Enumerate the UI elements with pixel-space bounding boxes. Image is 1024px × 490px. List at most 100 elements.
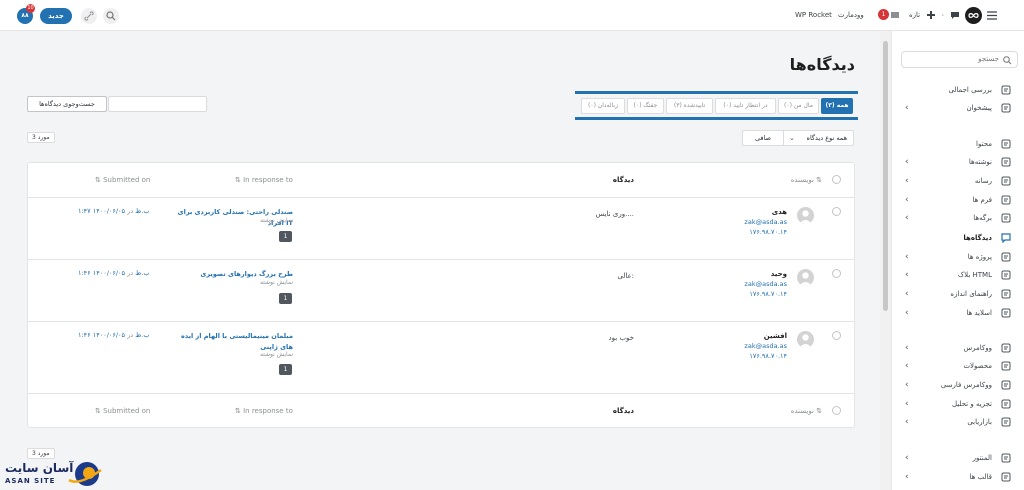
tab-trash[interactable]: زباله‌دان (۰) xyxy=(581,98,625,114)
chevron-icon[interactable]: ‹ xyxy=(905,209,909,227)
comment-count-bubble[interactable]: 1 xyxy=(279,293,292,304)
select-all-checkbox-footer[interactable] xyxy=(832,406,841,415)
comment-count-bubble[interactable]: 1 xyxy=(279,231,292,242)
submitted-date[interactable]: ۱:۴۶ ب.ظ در ۱۴۰۰/۰۶/۰۵ xyxy=(78,331,149,339)
sidebar-item[interactable]: المنتور ‹ xyxy=(892,449,1024,467)
chevron-icon[interactable]: ‹ xyxy=(905,172,909,190)
sidebar-item[interactable]: نوشته‌ها ‹ xyxy=(892,153,1024,171)
sidebar-item[interactable]: محتوا xyxy=(892,135,1024,153)
author-name[interactable]: افشین xyxy=(764,332,787,340)
author-email[interactable]: zak@asda.as xyxy=(744,342,787,350)
author-name[interactable]: وحید xyxy=(771,270,787,278)
plus-icon[interactable] xyxy=(926,10,936,20)
chevron-icon[interactable]: ‹ xyxy=(905,285,909,303)
author-ip[interactable]: ۱۷۶.۹۸.۷۰.۱۴ xyxy=(749,290,787,298)
chevron-icon[interactable]: ‹ xyxy=(905,449,909,467)
tab-approved[interactable]: تاییدشده (۳) xyxy=(666,98,713,114)
filter-button[interactable]: صافی xyxy=(742,130,784,146)
sidebar-item[interactable]: برگه‌ها ‹ xyxy=(892,209,1024,227)
sidebar-item[interactable]: محصولات ‹ xyxy=(892,357,1024,375)
chevron-icon[interactable]: ‹ xyxy=(905,99,909,117)
sidebar-item[interactable]: راهنمای اندازه ‹ xyxy=(892,285,1024,303)
tab-mine[interactable]: مال من (۰) xyxy=(778,98,819,114)
comment-count-bubble[interactable]: 1 xyxy=(279,364,292,375)
column-submitted-on-footer[interactable]: ⇅ Submitted on xyxy=(95,394,150,428)
chevron-icon[interactable]: ‹ xyxy=(905,266,909,284)
column-author[interactable]: نویسنده ⇅ xyxy=(791,163,822,197)
scrollbar-thumb[interactable] xyxy=(883,41,888,311)
row-checkbox[interactable] xyxy=(832,331,841,340)
chevron-icon[interactable]: ‹ xyxy=(905,248,909,266)
dashboard-grid-icon xyxy=(1001,103,1011,113)
chevron-icon[interactable]: ‹ xyxy=(905,376,909,394)
updates-badge[interactable]: 1 xyxy=(878,9,889,20)
sidebar-item[interactable]: تجزیه و تحلیل ‹ xyxy=(892,395,1024,413)
search-icon xyxy=(1003,56,1012,65)
sidebar-item[interactable]: ووکامرس فارسی ‹ xyxy=(892,376,1024,394)
chevron-icon[interactable]: ‹ xyxy=(905,468,909,486)
sidebar-item-label: بررسی اجمالی xyxy=(948,86,992,94)
tab-spam[interactable]: جفنگ (۰) xyxy=(627,98,664,114)
posts-icon xyxy=(1001,157,1011,167)
menu-icon[interactable] xyxy=(986,10,998,21)
sidebar-item[interactable]: پروژه ها ‹ xyxy=(892,248,1024,266)
site-name-link[interactable]: وودمارت xyxy=(838,0,864,31)
tab-pending[interactable]: در انتظار تایید (۰) xyxy=(715,98,776,114)
author-name[interactable]: هدی xyxy=(772,208,787,216)
chevron-icon[interactable]: ‹ xyxy=(905,304,909,322)
new-button[interactable]: جدید xyxy=(40,8,72,24)
comment-count[interactable]: ۰ xyxy=(941,0,945,31)
column-author-footer[interactable]: نویسنده ⇅ xyxy=(791,394,822,428)
sidebar-search-input[interactable]: جستجو xyxy=(901,51,1018,68)
new-content-label[interactable]: تازه xyxy=(909,0,920,31)
search-comments-button[interactable]: جست‌وجوی دیدگاه‌ها xyxy=(27,96,107,112)
column-submitted-on[interactable]: ⇅ Submitted on xyxy=(95,163,150,197)
search-comments-input[interactable] xyxy=(108,96,207,112)
chevron-icon[interactable]: ‹ xyxy=(905,339,909,357)
wp-rocket-link[interactable]: WP Rocket xyxy=(795,0,832,31)
sidebar-item-label: محصولات xyxy=(963,362,992,370)
avatar xyxy=(797,331,814,348)
submitted-date[interactable]: ۱:۴۶ ب.ظ در ۱۴۰۰/۰۶/۰۵ xyxy=(78,269,149,277)
sidebar-item[interactable]: بازاریابی ‹ xyxy=(892,413,1024,431)
author-email[interactable]: zak@asda.as xyxy=(744,218,787,226)
sidebar-item[interactable]: ووکامرس ‹ xyxy=(892,339,1024,357)
asan-site-logo: آسان سایت ASAN SITE xyxy=(1,456,113,490)
chevron-icon[interactable]: ‹ xyxy=(905,413,909,431)
view-post-link[interactable]: نمایش نوشته xyxy=(173,217,293,224)
sidebar-item[interactable]: پیشخوان ‹ xyxy=(892,99,1024,117)
select-all-checkbox[interactable] xyxy=(832,175,841,184)
sidebar-item[interactable]: بررسی اجمالی xyxy=(892,81,1024,99)
link-button[interactable] xyxy=(81,8,97,24)
column-in-response-to[interactable]: ⇅ In response to xyxy=(235,163,293,197)
author-email[interactable]: zak@asda.as xyxy=(744,280,787,288)
html-block-icon xyxy=(1001,270,1011,280)
chevron-icon[interactable]: ‹ xyxy=(905,191,909,209)
author-ip[interactable]: ۱۷۶.۹۸.۷۰.۱۴ xyxy=(749,352,787,360)
marketing-icon xyxy=(1001,417,1011,427)
column-in-response-to-footer[interactable]: ⇅ In response to xyxy=(235,394,293,428)
sidebar-item[interactable]: قالب ها ‹ xyxy=(892,468,1024,486)
sidebar-item[interactable]: فرم ها ‹ xyxy=(892,191,1024,209)
sidebar-item[interactable]: دیدگاه‌ها xyxy=(892,229,1024,247)
submitted-date[interactable]: ۱:۴۷ ب.ظ در ۱۴۰۰/۰۶/۰۵ xyxy=(78,207,149,215)
row-checkbox[interactable] xyxy=(832,269,841,278)
scrollbar[interactable] xyxy=(880,31,891,490)
sidebar-item[interactable]: بلاک HTML ‹ xyxy=(892,266,1024,284)
search-button[interactable] xyxy=(103,8,119,24)
view-post-link[interactable]: نمایش نوشته xyxy=(173,279,293,286)
sidebar-search-placeholder: جستجو xyxy=(978,55,999,63)
row-checkbox[interactable] xyxy=(832,207,841,216)
sidebar-item[interactable]: رسانه ‹ xyxy=(892,172,1024,190)
author-ip[interactable]: ۱۷۶.۹۸.۷۰.۱۴ xyxy=(749,228,787,236)
elementor-icon xyxy=(1001,453,1011,463)
sidebar-item[interactable]: اسلاید ها ‹ xyxy=(892,304,1024,322)
chevron-icon[interactable]: ‹ xyxy=(905,153,909,171)
column-comment: دیدگاه xyxy=(612,176,634,184)
tab-all[interactable]: همه (۳) xyxy=(821,98,853,114)
view-post-link[interactable]: نمایش نوشته xyxy=(173,351,293,358)
chevron-icon[interactable]: ‹ xyxy=(905,357,909,375)
site-logo[interactable] xyxy=(965,7,982,24)
response-post-link[interactable]: مبلمان مینیمالیستی با الهام از ایده های … xyxy=(173,331,293,353)
chevron-icon[interactable]: ‹ xyxy=(905,395,909,413)
